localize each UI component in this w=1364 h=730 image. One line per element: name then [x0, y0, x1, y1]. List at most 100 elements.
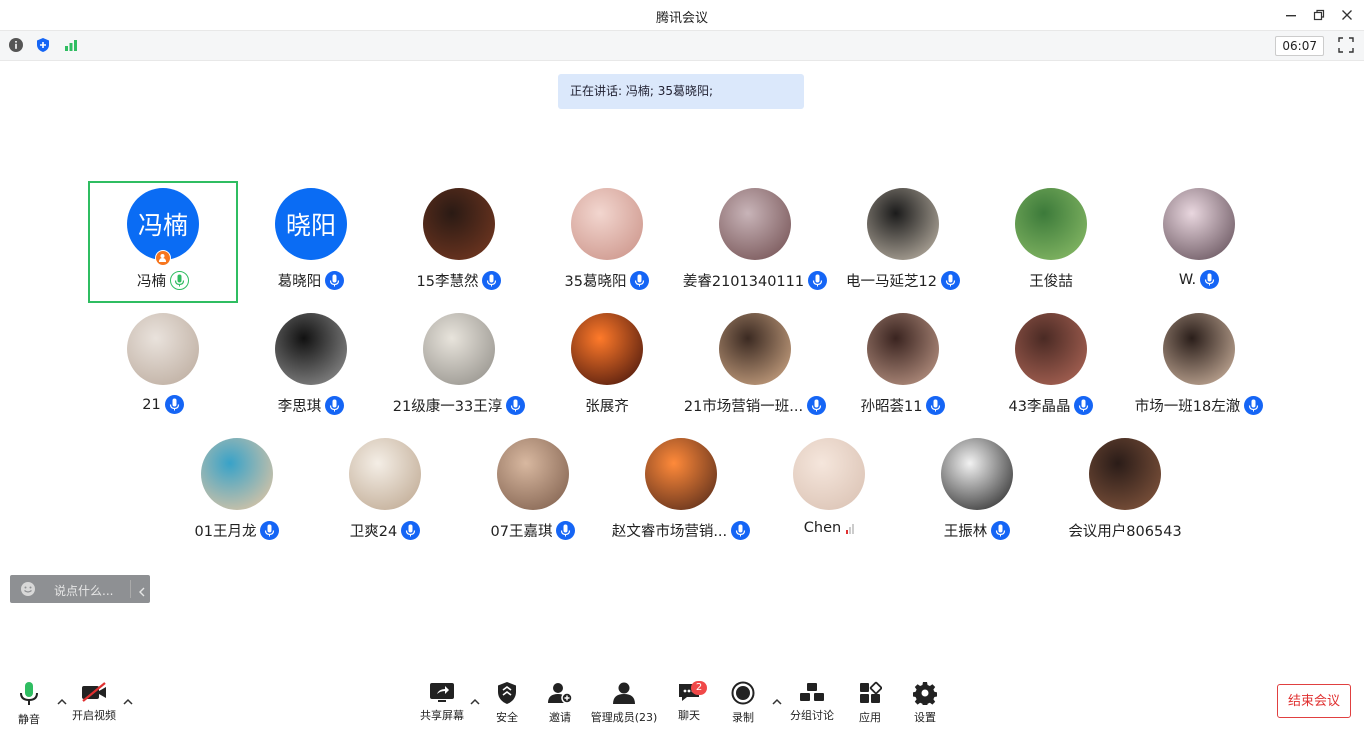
mic-icon	[926, 396, 946, 415]
participant-tile[interactable]: 张展齐	[533, 307, 681, 427]
participant-tile[interactable]: 15李慧然	[385, 182, 533, 302]
record-options-chevron-icon[interactable]	[771, 693, 783, 705]
participant-tile[interactable]: 21市场营销一班...	[681, 307, 829, 427]
mic-icon	[401, 521, 421, 540]
settings-button[interactable]: 设置	[908, 673, 942, 724]
participant-name: 李思琪	[277, 399, 322, 415]
participant-tile[interactable]: 赵文睿市场营销...	[607, 432, 755, 552]
avatar	[1015, 188, 1087, 260]
participant-name-row: 葛晓阳	[237, 270, 385, 291]
participant-tile[interactable]: 晓阳葛晓阳	[237, 182, 385, 302]
chat-divider	[130, 580, 131, 598]
speaking-banner: 正在讲话: 冯楠; 35葛晓阳;	[558, 74, 804, 109]
chat-input[interactable]: 说点什么...	[10, 575, 150, 603]
avatar	[423, 188, 495, 260]
participant-name: 07王嘉琪	[490, 524, 553, 540]
participant-name: 张展齐	[585, 399, 629, 415]
info-icon[interactable]	[8, 37, 24, 53]
video-options-chevron-icon[interactable]	[122, 693, 134, 705]
avatar	[1163, 188, 1235, 260]
participant-tile[interactable]: 王振林	[903, 432, 1051, 552]
apps-label: 应用	[859, 711, 881, 724]
participant-name-row: 21级康一33王淳	[385, 395, 533, 416]
participant-tile[interactable]: 07王嘉琪	[459, 432, 607, 552]
participant-tile[interactable]: Chen	[755, 432, 903, 552]
mic-icon	[630, 271, 650, 290]
avatar	[719, 313, 791, 385]
share-screen-button[interactable]: 共享屏幕	[416, 673, 468, 723]
participant-tile[interactable]: 21	[89, 307, 237, 427]
participant-name-row: 电一马延芝12	[829, 270, 977, 291]
mic-icon	[506, 396, 526, 415]
participant-tile[interactable]: 李思琪	[237, 307, 385, 427]
participant-name: 王俊喆	[1029, 274, 1073, 290]
mic-icon	[808, 271, 828, 290]
participant-tile[interactable]: 卫爽24	[311, 432, 459, 552]
participant-tile[interactable]: 姜睿2101340111	[681, 182, 829, 302]
participant-name-row: 市场一班18左澈	[1125, 395, 1273, 416]
participant-name: 姜睿2101340111	[682, 274, 805, 290]
collapse-chevron-icon[interactable]	[137, 583, 147, 602]
mic-icon	[260, 521, 280, 540]
participant-name: 21级康一33王淳	[392, 399, 503, 415]
participant-name: 43李晶晶	[1008, 399, 1071, 415]
breakout-rooms-button[interactable]: 分组讨论	[788, 673, 836, 723]
mic-icon	[731, 521, 751, 540]
chat-placeholder: 说点什么...	[54, 584, 114, 598]
mic-icon	[164, 395, 184, 414]
restore-icon[interactable]	[1310, 6, 1328, 24]
participant-tile[interactable]: 35葛晓阳	[533, 182, 681, 302]
participant-name: 赵文睿市场营销...	[611, 524, 728, 540]
mute-button[interactable]: 静音	[14, 673, 44, 726]
share-options-chevron-icon[interactable]	[469, 693, 481, 705]
network-signal-icon[interactable]	[63, 37, 79, 53]
avatar	[645, 438, 717, 510]
manage-members-button[interactable]: 管理成员(23)	[588, 673, 660, 724]
participant-tile[interactable]: 王俊喆	[977, 182, 1125, 302]
participant-tile[interactable]: W.	[1125, 182, 1273, 302]
participant-tile[interactable]: 市场一班18左澈	[1125, 307, 1273, 427]
participant-name: 市场一班18左澈	[1134, 399, 1241, 415]
mic-icon	[325, 396, 345, 415]
participant-tile[interactable]: 会议用户806543	[1051, 432, 1199, 552]
participant-tile[interactable]: 43李晶晶	[977, 307, 1125, 427]
share-screen-label: 共享屏幕	[420, 709, 464, 722]
avatar	[423, 313, 495, 385]
title-bar: 腾讯会议	[0, 0, 1364, 30]
participant-tile[interactable]: 电一马延芝12	[829, 182, 977, 302]
close-icon[interactable]	[1338, 6, 1356, 24]
participant-name-row: 王振林	[903, 520, 1051, 541]
minimize-icon[interactable]	[1282, 6, 1300, 24]
avatar	[571, 188, 643, 260]
members-icon	[610, 681, 638, 705]
invite-button[interactable]: 邀请	[543, 673, 577, 724]
avatar	[793, 438, 865, 510]
video-button[interactable]: 开启视频	[68, 673, 120, 723]
gear-icon	[911, 681, 939, 705]
participant-tile[interactable]: 冯楠 冯楠	[88, 181, 238, 303]
emoji-icon[interactable]	[20, 581, 36, 601]
avatar	[127, 313, 199, 385]
shield-icon	[493, 681, 521, 705]
participant-tile[interactable]: 孙昭荟11	[829, 307, 977, 427]
video-off-icon	[80, 681, 108, 703]
end-meeting-button[interactable]: 结束会议	[1277, 684, 1351, 718]
security-shield-icon[interactable]	[35, 37, 51, 53]
participant-name: 冯楠	[137, 274, 166, 290]
participant-name: 15李慧然	[416, 274, 479, 290]
security-button[interactable]: 安全	[490, 673, 524, 724]
participant-tile[interactable]: 01王月龙	[163, 432, 311, 552]
fullscreen-icon[interactable]	[1338, 37, 1354, 53]
mute-options-chevron-icon[interactable]	[56, 693, 68, 705]
participant-name-row: 冯楠	[89, 270, 237, 291]
participant-name-row: 张展齐	[533, 395, 681, 416]
apps-button[interactable]: 应用	[853, 673, 887, 724]
mic-speaking-icon	[170, 271, 189, 290]
participant-name-row: 15李慧然	[385, 270, 533, 291]
participant-tile[interactable]: 21级康一33王淳	[385, 307, 533, 427]
speaking-names: 冯楠; 35葛晓阳;	[625, 84, 714, 98]
avatar-initials: 晓阳	[285, 211, 336, 240]
participant-name: 葛晓阳	[277, 274, 322, 290]
record-button[interactable]: 录制	[726, 673, 760, 724]
participant-name-row: 赵文睿市场营销...	[607, 520, 755, 541]
